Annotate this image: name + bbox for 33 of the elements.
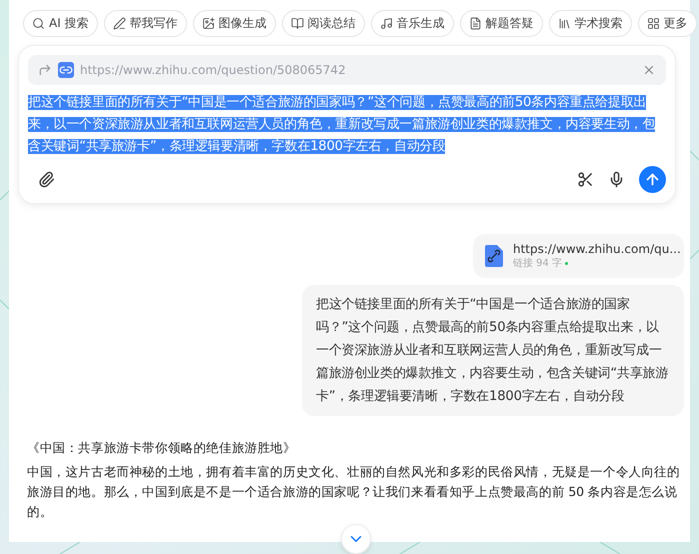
book-icon — [290, 17, 304, 30]
answer-title: 《中国：共享旅游卡带你领略的绝佳旅游胜地》 — [27, 439, 297, 457]
attachment-meta: 链接 94 字 — [513, 256, 562, 270]
link-file-icon — [485, 245, 503, 267]
image-icon — [202, 17, 215, 30]
link-file-icon — [58, 62, 74, 78]
music-icon — [380, 17, 393, 30]
send-button[interactable] — [639, 166, 666, 193]
link-url: https://www.zhihu.com/question/508065742 — [80, 63, 347, 77]
reply-arrow-icon — [38, 63, 52, 77]
paperclip-icon[interactable] — [38, 171, 55, 188]
attachment-title: https://www.zhihu.com/qu... — [513, 242, 681, 256]
search-icon — [32, 17, 45, 30]
status-dot — [565, 262, 568, 264]
tool-chip[interactable]: 阅读总结 — [282, 10, 365, 37]
tool-chip[interactable]: 解题答疑 — [460, 10, 543, 37]
pen-icon — [112, 17, 126, 30]
user-message: 把这个链接里面的所有关于“中国是一个适合旅游的国家吗？”这个问题，点赞最高的前50条内容重点给提取出来，以一个资深旅游从业者和互联网运营人员的角色，重新改写成一篇旅游创业类的爆款推文，内容要生动，包含关键词“共享旅游卡”，条理逻辑要清晰，字数在1800字左右，自动分段 — [302, 285, 684, 416]
grid-icon — [646, 17, 660, 30]
close-icon[interactable] — [642, 63, 656, 77]
books-icon — [558, 17, 571, 30]
tool-chip[interactable]: 更多 — [638, 10, 697, 37]
answer-paragraph: 中国，这片古老而神秘的土地，拥有着丰富的历史文化、壮丽的自然风光和多彩的民俗风情，无疑是一个令人向往的旅游目的地。那么，中国到底是不是一个适合旅游的国家呢？让我们来看看知乎上点赞最高的前 50 条内容是怎么说的。 — [27, 463, 681, 521]
tool-chip[interactable]: 图像生成 — [192, 10, 276, 37]
tool-chip[interactable]: AI 搜索 — [23, 10, 98, 37]
attachment-card[interactable]: https://www.zhihu.com/qu... 链接 94 字 — [473, 234, 684, 278]
tool-chip[interactable]: 学术搜索 — [548, 10, 632, 37]
tool-chip[interactable]: 帮我写作 — [104, 10, 187, 37]
tool-chip[interactable]: 音乐生成 — [370, 10, 454, 37]
document-icon — [468, 17, 482, 30]
microphone-icon[interactable] — [608, 171, 625, 188]
scissors-icon[interactable] — [577, 171, 594, 188]
scroll-down-button[interactable] — [340, 524, 370, 554]
